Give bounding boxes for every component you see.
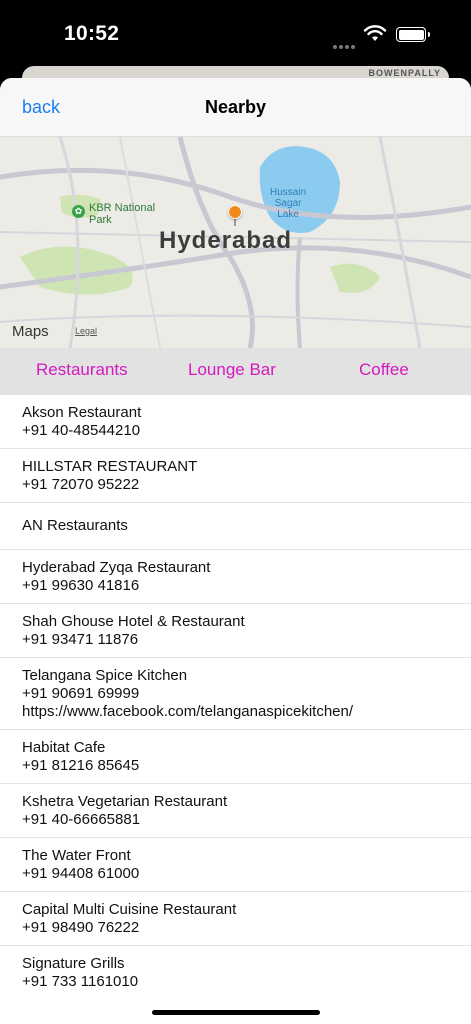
navigation-bar: back Nearby xyxy=(0,78,471,137)
park-icon: ✿ xyxy=(72,205,85,218)
list-item[interactable]: Shah Ghouse Hotel & Restaurant +91 93471… xyxy=(0,604,471,658)
map-lake-label: Hussain Sagar Lake xyxy=(270,187,306,220)
signal-icon xyxy=(333,36,357,54)
place-name: Kshetra Vegetarian Restaurant xyxy=(22,793,228,810)
place-phone: +91 90691 69999 xyxy=(22,685,140,702)
place-name: Shah Ghouse Hotel & Restaurant xyxy=(22,613,245,630)
segment-coffee[interactable]: Coffee xyxy=(359,360,409,380)
maps-attribution: Maps xyxy=(12,323,49,340)
legal-link[interactable]: Legal xyxy=(75,326,97,336)
place-name: Telangana Spice Kitchen xyxy=(22,667,188,684)
place-name: Signature Grills xyxy=(22,955,125,972)
map-park-label-line2: Park xyxy=(89,214,112,226)
background-map-label: BOWENPALLY xyxy=(368,68,441,78)
list-item[interactable]: Hyderabad Zyqa Restaurant +91 99630 4181… xyxy=(0,550,471,604)
place-name: The Water Front xyxy=(22,847,131,864)
wifi-icon xyxy=(363,25,387,41)
map-lake-label-line1: Hussain xyxy=(270,187,307,198)
list-item[interactable]: AN Restaurants xyxy=(0,503,471,550)
list-item[interactable]: Habitat Cafe +91 81216 85645 xyxy=(0,730,471,784)
map-lake-label-line3: Lake xyxy=(277,209,299,220)
maps-attribution-text: Maps xyxy=(12,323,49,340)
place-name: AN Restaurants xyxy=(22,517,128,534)
place-phone: +91 40-66665881 xyxy=(22,811,141,828)
segment-lounge-bar[interactable]: Lounge Bar xyxy=(188,360,276,380)
place-phone: +91 98490 76222 xyxy=(22,919,140,936)
status-time: 10:52 xyxy=(64,22,120,45)
page-title: Nearby xyxy=(204,97,267,117)
list-item[interactable]: Akson Restaurant +91 40-48544210 xyxy=(0,395,471,449)
place-phone: +91 94408 61000 xyxy=(22,865,140,882)
place-url[interactable]: https://www.facebook.com/telanganaspicek… xyxy=(22,703,449,721)
list-item[interactable]: The Water Front +91 94408 61000 xyxy=(0,838,471,892)
place-name: HILLSTAR RESTAURANT xyxy=(22,458,198,475)
list-item[interactable]: Signature Grills +91 733 1161010 xyxy=(0,946,471,989)
place-phone: +91 99630 41816 xyxy=(22,577,140,594)
battery-icon xyxy=(396,27,430,42)
place-phone: +91 40-48544210 xyxy=(22,422,141,439)
category-segment-bar: Restaurants Lounge Bar Coffee xyxy=(0,348,471,395)
places-list[interactable]: Akson Restaurant +91 40-48544210 HILLSTA… xyxy=(0,395,471,989)
segment-restaurants[interactable]: Restaurants xyxy=(36,360,128,380)
list-item[interactable]: Capital Multi Cuisine Restaurant +91 984… xyxy=(0,892,471,946)
nearby-sheet: back Nearby ✿ KBR National Park Hussain xyxy=(0,78,471,1024)
place-phone: +91 81216 85645 xyxy=(22,757,140,774)
list-item[interactable]: HILLSTAR RESTAURANT +91 72070 95222 xyxy=(0,449,471,503)
place-name: Habitat Cafe xyxy=(22,739,106,756)
place-name: Akson Restaurant xyxy=(22,404,142,421)
status-bar: 10:52 xyxy=(0,0,471,66)
map-park-label-line1: KBR National xyxy=(89,202,156,214)
list-item[interactable]: Kshetra Vegetarian Restaurant +91 40-666… xyxy=(0,784,471,838)
place-phone: +91 733 1161010 xyxy=(22,973,139,989)
map-park-label: KBR National Park xyxy=(89,202,155,226)
place-name: Capital Multi Cuisine Restaurant xyxy=(22,901,237,918)
map-lake-label-line2: Sagar xyxy=(274,198,302,209)
place-phone: +91 93471 11876 xyxy=(22,631,139,648)
map-city-label: Hyderabad xyxy=(159,227,293,254)
list-item[interactable]: Telangana Spice Kitchen +91 90691 69999 … xyxy=(0,658,471,730)
place-phone: +91 72070 95222 xyxy=(22,476,140,493)
map-view[interactable]: ✿ KBR National Park Hussain Sagar Lake H… xyxy=(0,137,471,348)
pin-stem xyxy=(234,218,236,226)
location-pin-icon[interactable] xyxy=(228,205,242,219)
place-name: Hyderabad Zyqa Restaurant xyxy=(22,559,211,576)
home-indicator[interactable] xyxy=(152,1010,320,1015)
